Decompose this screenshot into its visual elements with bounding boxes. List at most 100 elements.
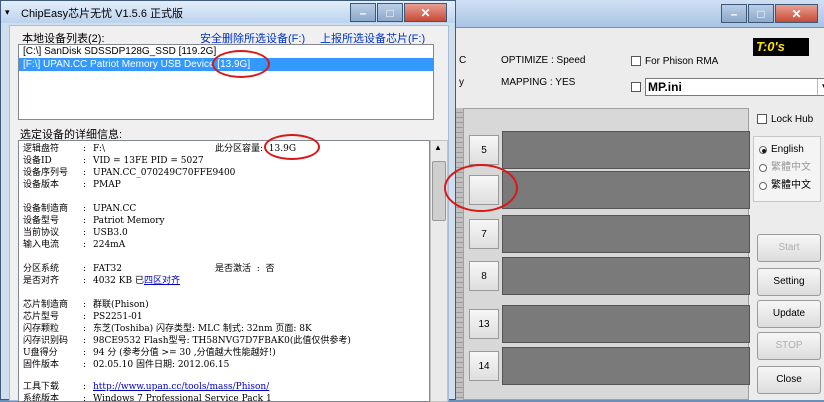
chip-model-key: 芯片型号 [23,312,60,322]
maximize-icon[interactable]: □ [748,4,774,23]
port-panel: 5 7 8 13 14 [463,108,750,400]
protocol-value: USB3.0 [93,228,128,238]
option-c: C [459,55,467,66]
lock-hub-label: Lock Hub [771,114,814,125]
port-slot: 14 [464,347,750,385]
port-status-bar [502,347,750,385]
phison-rma-checkbox[interactable]: For Phison RMA [631,56,718,67]
start-button[interactable]: Start [757,234,821,262]
settings-info: OPTIMIZE : Speed MAPPING : YES [501,50,585,94]
t0s-display: T:0's [753,38,809,56]
serial-key: 设备序列号 [23,168,69,178]
language-group: English 繁體中文 繁體中文 [753,136,821,202]
detail-panel: 逻辑盘符: F:\ 此分区容量: 13.9G 设备ID: VID = 13FE PI… [18,140,430,402]
model-key: 设备型号 [23,216,60,226]
dialog-client: 本地设备列表(2): 安全删除所选设备(F:) 上报所选设备芯片(F:) [C:… [9,25,449,402]
logical-drive-value: F:\ [93,144,105,154]
background-tool-window: – □ ✕ C y OPTIMIZE : Speed MAPPING : YES… [440,0,824,400]
close-icon[interactable]: ✕ [775,4,818,23]
update-button[interactable]: Update [757,300,821,328]
port-status-bar [502,131,750,169]
port-slot [464,171,750,209]
port-slot: 13 [464,305,750,343]
score-key: U盘得分 [23,348,58,358]
maximize-icon[interactable]: □ [377,3,403,22]
mp-ini-select-wrap: MP.ini ▼ [631,78,824,96]
close-icon[interactable]: ✕ [404,3,447,22]
port-slot: 5 [464,131,750,169]
tool-download-key: 工具下载 [23,382,60,392]
port-button[interactable]: 14 [469,351,499,381]
mapping-label: MAPPING : YES [501,77,576,88]
chipeasy-dialog: ▾ ChipEasy芯片无忧 V1.5.6 正式版 – □ ✕ 本地设备列表(2… [0,0,456,402]
lang-trad2[interactable]: 繁體中文 [754,177,820,195]
option-y: y [459,77,464,88]
chip-maker-key: 芯片制造商 [23,300,69,310]
tool-download-link[interactable]: http://www.upan.cc/tools/mass/Phison/ [93,382,269,392]
scroll-up-icon[interactable]: ▲ [434,143,442,152]
port-button[interactable]: 5 [469,135,499,165]
align-link[interactable]: 四区对齐 [144,276,180,286]
port-button[interactable]: 7 [469,219,499,249]
dialog-title: ChipEasy芯片无忧 V1.5.6 正式版 [21,8,183,20]
stop-button[interactable]: STOP [757,332,821,360]
os-value: Windows 7 Professional Service Pack 1 [93,394,272,402]
lang-trad1-label: 繁體中文 [771,162,811,173]
active-key: 是否激活 [215,264,252,274]
scroll-thumb[interactable] [432,161,446,221]
phison-rma-label: For Phison RMA [645,56,719,67]
aligned-value: 4032 KB 已 [93,276,144,286]
list-item-selected[interactable]: [F:\] UPAN.CC Patriot Memory USB Device … [19,58,433,71]
flash-id-value: 98CE9532 Flash型号: TH58NVG7D7FBAK0(此值仅供参考… [93,336,351,346]
lang-english[interactable]: English [754,141,820,159]
manufacturer-value: UPAN.CC [93,204,137,214]
current-value: 224mA [93,240,126,250]
lang-trad2-label: 繁體中文 [771,180,811,191]
detail-scrollbar[interactable]: ▲ [430,140,448,402]
chevron-down-icon[interactable]: ▼ [817,79,824,95]
manufacturer-key: 设备制造商 [23,204,69,214]
lang-trad1[interactable]: 繁體中文 [754,159,820,177]
lock-hub-checkbox[interactable]: Lock Hub [757,114,813,125]
firmware-key: 固件版本 [23,360,60,370]
minimize-icon[interactable]: – [350,3,376,22]
port-button[interactable]: 8 [469,261,499,291]
chip-model-value: PS2251-01 [93,312,143,322]
chip-maker-value: 群联(Phison) [93,300,149,310]
port-button[interactable] [469,175,499,205]
port-status-bar [502,305,750,343]
setting-button[interactable]: Setting [757,268,821,296]
os-key: 系统版本 [23,394,60,402]
flash-value: 东芝(Toshiba) 闪存类型: MLC 制式: 32nm 页面: 8K [93,324,312,334]
protocol-key: 当前协议 [23,228,60,238]
active-value: 否 [265,264,275,274]
port-status-bar [502,257,750,295]
mp-ini-select[interactable]: MP.ini ▼ [645,78,824,96]
flash-id-key: 闪存识别码 [23,336,69,346]
port-button[interactable]: 13 [469,309,499,339]
system-menu-icon[interactable]: ▾ [5,7,10,18]
model-value: Patriot Memory [93,216,165,226]
minimize-icon[interactable]: – [721,4,747,23]
version-value: PMAP [93,180,121,190]
list-item[interactable]: [C:\] SanDisk SDSSDP128G_SSD [119.2G] [19,45,433,58]
logical-drive-key: 逻辑盘符 [23,144,60,154]
mp-ini-checkbox[interactable] [631,82,641,92]
serial-value: UPAN.CC_070249C70FFE9400 [93,168,236,178]
current-key: 输入电流 [23,240,60,250]
device-id-key: 设备ID [23,156,52,166]
partition-capacity-value: 13.9G [268,144,297,154]
flash-key: 闪存颗粒 [23,324,60,334]
port-slot: 7 [464,215,750,253]
device-list[interactable]: [C:\] SanDisk SDSSDP128G_SSD [119.2G] [F… [18,44,434,120]
device-id-value: VID = 13FE PID = 5027 [93,156,204,166]
partition-capacity-key: 此分区容量: [215,144,264,154]
firmware-value: 02.05.10 固件日期: 2012.06.15 [93,360,230,370]
mp-ini-value: MP.ini [648,80,682,94]
version-key: 设备版本 [23,180,60,190]
background-titlebar: – □ ✕ [441,0,824,28]
port-status-bar [502,171,750,209]
score-value: 94 分 (参考分值 >= 30 ,分值越大性能越好!) [93,348,276,358]
close-button[interactable]: Close [757,366,821,394]
lang-english-label: English [771,144,804,155]
